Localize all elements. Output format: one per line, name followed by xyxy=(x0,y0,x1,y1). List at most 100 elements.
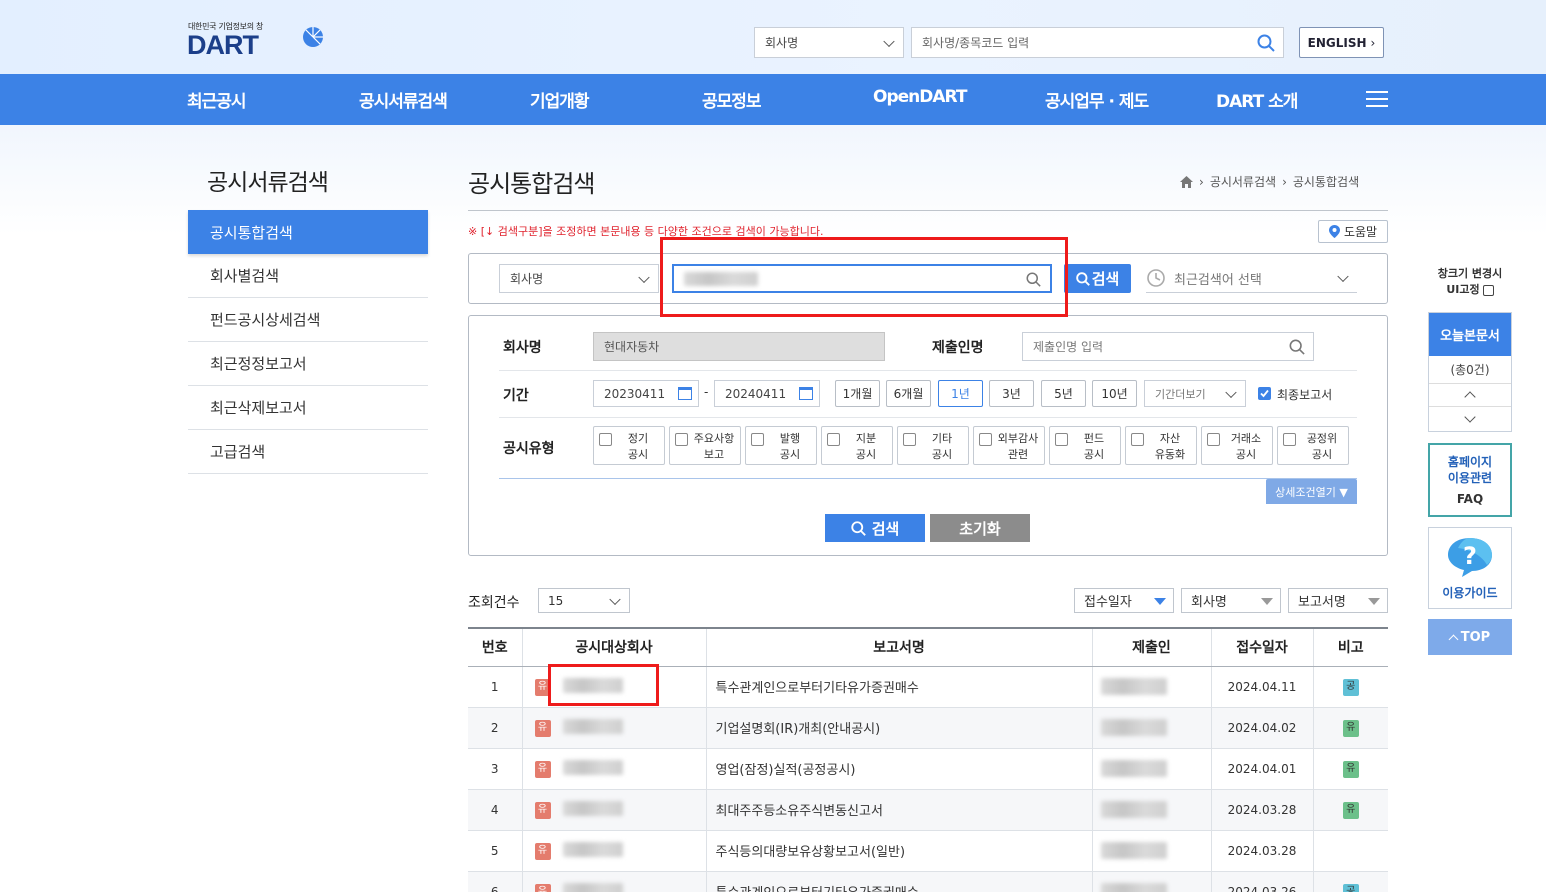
row-report-name[interactable]: 특수관계인으로부터기타유가증권매수 xyxy=(705,666,1092,708)
row-company[interactable]: 유 xyxy=(521,789,706,831)
disclosure-type-option[interactable]: 거래소 공시 xyxy=(1201,426,1273,465)
disclosure-type-option[interactable]: 펀드 공시 xyxy=(1049,426,1121,465)
detail-conditions-toggle[interactable]: 상세조건열기 ▼ xyxy=(1266,479,1357,504)
col-submitter[interactable]: 제출인 xyxy=(1091,627,1211,667)
table-row[interactable]: 3 유 영업(잠정)실적(공정공시) 2024.04.01 유 xyxy=(468,748,1388,790)
nav-opendart[interactable]: OpenDART xyxy=(873,87,967,107)
checkbox[interactable] xyxy=(903,433,916,446)
dart-logo[interactable]: 대한민국 기업정보의 창 DART xyxy=(187,20,337,62)
disclosure-type-option[interactable]: 기타 공시 xyxy=(897,426,969,465)
row-company[interactable]: 유 xyxy=(521,871,706,892)
disclosure-type-option[interactable]: 정기 공시 xyxy=(593,426,665,465)
nav-document-search[interactable]: 공시서류검색 xyxy=(359,87,448,112)
row-report-name[interactable]: 최대주주등소유주식변동신고서 xyxy=(705,789,1092,831)
search-icon[interactable] xyxy=(1257,34,1275,52)
row-report-name[interactable]: 영업(잠정)실적(공정공시) xyxy=(705,748,1092,790)
nav-company-overview[interactable]: 기업개황 xyxy=(530,87,590,112)
checkbox[interactable] xyxy=(1207,433,1220,446)
search-icon[interactable] xyxy=(1289,339,1305,355)
sidebar-item-fund-search[interactable]: 펀드공시상세검색 xyxy=(188,298,428,342)
disclosure-type-option[interactable]: 자산 유동화 xyxy=(1125,426,1197,465)
breadcrumb-item[interactable]: 공시통합검색 xyxy=(1293,173,1359,190)
sort-company-select[interactable]: 회사명 xyxy=(1181,588,1281,613)
header-search-input[interactable]: 회사명/종목코드 입력 xyxy=(911,27,1284,58)
note-badge[interactable]: 유 xyxy=(1342,760,1359,778)
note-badge[interactable]: 공 xyxy=(1342,883,1359,892)
sidebar-item-integrated-search[interactable]: 공시통합검색 xyxy=(188,210,428,254)
checkbox[interactable] xyxy=(827,433,840,446)
table-row[interactable]: 2 유 기업설명회(IR)개최(안내공시) 2024.04.02 유 xyxy=(468,707,1388,749)
recent-viewed-title[interactable]: 오늘본문서 xyxy=(1429,313,1511,356)
row-company[interactable]: 유 xyxy=(521,707,706,749)
disclosure-type-option[interactable]: 발행 공시 xyxy=(745,426,817,465)
scroll-up-button[interactable] xyxy=(1429,384,1511,407)
recent-search-select[interactable]: 최근검색어 선택 xyxy=(1146,264,1357,293)
search-type-select[interactable]: 회사명 xyxy=(499,264,659,293)
note-badge[interactable]: 유 xyxy=(1342,719,1359,737)
sidebar-item-recent-corrections[interactable]: 최근정정보고서 xyxy=(188,342,428,386)
table-row[interactable]: 5 유 주식등의대량보유상황보고서(일반) 2024.03.28 xyxy=(468,830,1388,872)
disclosure-type-option[interactable]: 지분 공시 xyxy=(821,426,893,465)
back-to-top-button[interactable]: TOP xyxy=(1428,619,1512,655)
nav-disclosure-system[interactable]: 공시업무 · 제도 xyxy=(1045,87,1149,112)
period-3year-button[interactable]: 3년 xyxy=(989,380,1034,407)
period-6month-button[interactable]: 6개월 xyxy=(886,380,931,407)
sidebar-item-company-search[interactable]: 회사별검색 xyxy=(188,254,428,298)
nav-offering-info[interactable]: 공모정보 xyxy=(702,87,762,112)
user-guide-button[interactable]: ? 이용가이드 xyxy=(1428,527,1512,609)
menu-icon[interactable] xyxy=(1366,91,1388,109)
quick-search-button[interactable]: 검색 xyxy=(1064,264,1131,293)
table-row[interactable]: 6 유 특수관계인으로부터기타유가증권매수 2024.03.26 공 xyxy=(468,871,1388,892)
checkbox[interactable] xyxy=(751,433,764,446)
col-number[interactable]: 번호 xyxy=(468,627,522,667)
period-5year-button[interactable]: 5년 xyxy=(1041,380,1086,407)
search-button[interactable]: 검색 xyxy=(825,514,925,542)
col-date[interactable]: 접수일자 xyxy=(1210,627,1313,667)
page-size-select[interactable]: 15 xyxy=(538,588,630,613)
sidebar-item-recent-deletions[interactable]: 최근삭제보고서 xyxy=(188,386,428,430)
row-report-name[interactable]: 특수관계인으로부터기타유가증권매수 xyxy=(705,871,1092,892)
nav-recent-disclosure[interactable]: 최근공시 xyxy=(187,87,247,112)
sort-report-select[interactable]: 보고서명 xyxy=(1288,588,1388,613)
disclosure-type-option[interactable]: 공정위 공시 xyxy=(1277,426,1349,465)
row-report-name[interactable]: 기업설명회(IR)개최(안내공시) xyxy=(705,707,1092,749)
col-company[interactable]: 공시대상회사 xyxy=(521,627,706,667)
period-1month-button[interactable]: 1개월 xyxy=(835,380,880,407)
calendar-icon[interactable] xyxy=(678,387,692,400)
checkbox[interactable] xyxy=(979,433,992,446)
row-company[interactable]: 유 xyxy=(521,830,706,872)
header-company-select[interactable]: 회사명 xyxy=(754,27,904,58)
sidebar-item-advanced-search[interactable]: 고급검색 xyxy=(188,430,428,474)
breadcrumb-item[interactable]: 공시서류검색 xyxy=(1210,173,1276,190)
checkbox[interactable] xyxy=(599,433,612,446)
sort-date-select[interactable]: 접수일자 xyxy=(1074,588,1174,613)
nav-about-dart[interactable]: DART 소개 xyxy=(1216,87,1298,112)
english-button[interactable]: ENGLISH › xyxy=(1299,27,1384,58)
row-report-name[interactable]: 주식등의대량보유상황보고서(일반) xyxy=(705,830,1092,872)
help-button[interactable]: 도움말 xyxy=(1318,220,1388,243)
ui-fix-checkbox[interactable] xyxy=(1482,284,1494,296)
col-report[interactable]: 보고서명 xyxy=(705,627,1092,667)
scroll-down-button[interactable] xyxy=(1429,407,1511,430)
period-1year-button[interactable]: 1년 xyxy=(938,380,983,407)
checkbox[interactable] xyxy=(1055,433,1068,446)
table-row[interactable]: 4 유 최대주주등소유주식변동신고서 2024.03.28 유 xyxy=(468,789,1388,831)
note-badge[interactable]: 유 xyxy=(1342,801,1359,819)
start-date-input[interactable]: 20230411 xyxy=(593,380,699,407)
final-report-checkbox[interactable] xyxy=(1258,387,1271,400)
checkbox[interactable] xyxy=(1131,433,1144,446)
calendar-icon[interactable] xyxy=(799,387,813,400)
note-badge[interactable]: 공 xyxy=(1342,678,1359,696)
row-company[interactable]: 유 xyxy=(521,748,706,790)
period-more-select[interactable]: 기간더보기 xyxy=(1144,380,1246,407)
disclosure-type-option[interactable]: 주요사항 보고 xyxy=(669,426,741,465)
reset-button[interactable]: 초기화 xyxy=(930,514,1030,542)
disclosure-type-option[interactable]: 외부감사 관련 xyxy=(973,426,1045,465)
faq-button[interactable]: 홈페이지 이용관련 FAQ xyxy=(1428,443,1512,517)
submitter-input[interactable]: 제출인명 입력 xyxy=(1022,332,1314,361)
checkbox[interactable] xyxy=(1283,433,1296,446)
end-date-input[interactable]: 20240411 xyxy=(714,380,820,407)
checkbox[interactable] xyxy=(675,433,688,446)
home-icon[interactable] xyxy=(1180,175,1193,188)
period-10year-button[interactable]: 10년 xyxy=(1092,380,1137,407)
